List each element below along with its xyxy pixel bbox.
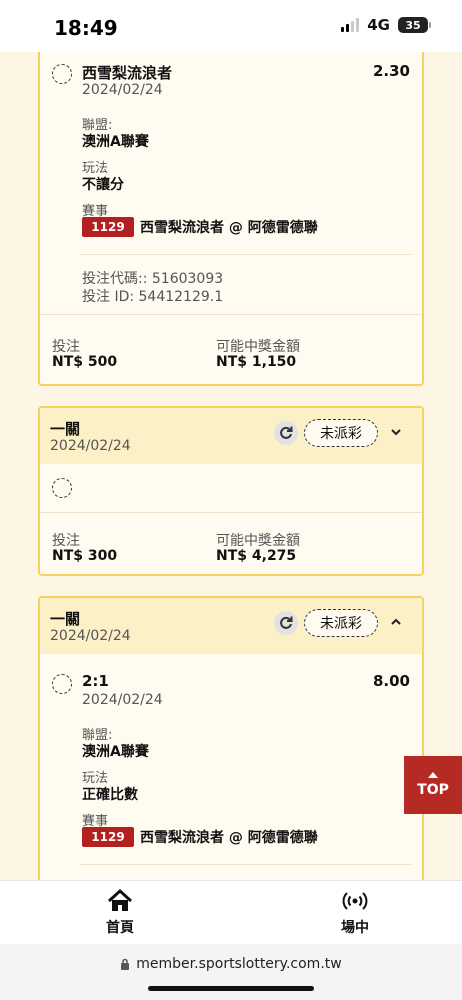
bet-card-header[interactable]: 一關 2024/02/24 未派彩 <box>40 598 422 654</box>
refresh-icon[interactable] <box>274 611 298 635</box>
status-badge: 未派彩 <box>304 609 378 637</box>
broadcast-icon <box>342 892 368 910</box>
chevron-up-icon[interactable] <box>390 616 402 628</box>
stake-value: NT$ 500 <box>52 354 118 370</box>
bet-code: 投注代碼:: 51603093 <box>82 271 224 287</box>
bottom-nav: 首頁 場中 <box>0 880 462 944</box>
status-badge: 未派彩 <box>304 419 378 447</box>
status-time: 18:49 <box>54 16 118 40</box>
lock-icon <box>121 958 130 970</box>
home-indicator[interactable] <box>148 986 314 991</box>
refresh-icon[interactable] <box>274 421 298 445</box>
bet-date: 2024/02/24 <box>50 628 131 644</box>
browser-url-bar[interactable]: member.sportslottery.com.tw <box>0 944 462 1000</box>
status-indicators: 4G 35 <box>341 16 431 34</box>
chevron-down-icon[interactable] <box>390 426 402 438</box>
bet-list[interactable]: 西雪梨流浪者 2.30 2024/02/24 聯盟: 澳洲A聯賽 玩法 不讓分 … <box>0 52 462 880</box>
bet-card: 西雪梨流浪者 2.30 2024/02/24 聯盟: 澳洲A聯賽 玩法 不讓分 … <box>38 52 424 386</box>
payout-value: NT$ 4,275 <box>216 548 297 564</box>
event-row: 1129 西雪梨流浪者 @ 阿德雷德聯 <box>82 217 318 237</box>
bet-id: 投注 ID: 54412129.1 <box>82 289 224 305</box>
event-row: 1129 西雪梨流浪者 @ 阿德雷德聯 <box>82 827 318 847</box>
selection-circle-icon <box>52 674 72 694</box>
market-value: 不讓分 <box>82 177 124 193</box>
arrow-up-icon <box>428 772 438 778</box>
nav-item-home[interactable]: 首頁 <box>80 889 160 937</box>
divider <box>40 512 422 513</box>
bet-card-expanded: 一關 2024/02/24 未派彩 2:1 8.00 2024/02/24 聯盟… <box>38 596 424 880</box>
selection-odds: 8.00 <box>372 672 410 690</box>
stake-label: 投注 <box>52 339 80 355</box>
selection-name: 西雪梨流浪者 <box>82 64 173 82</box>
market-value: 正確比數 <box>82 787 138 803</box>
divider <box>80 864 412 865</box>
status-bar: 18:49 4G 35 <box>0 0 462 52</box>
bet-card-header[interactable]: 一關 2024/02/24 未派彩 <box>40 408 422 464</box>
battery-icon: 35 <box>398 17 431 33</box>
payout-label: 可能中獎金額 <box>216 339 300 355</box>
event-code-badge: 1129 <box>82 217 134 237</box>
bet-date: 2024/02/24 <box>50 438 131 454</box>
stake-value: NT$ 300 <box>52 548 118 564</box>
network-label: 4G <box>367 16 390 34</box>
selection-circle-icon <box>52 478 72 498</box>
battery-level: 35 <box>405 18 421 32</box>
league-value: 澳洲A聯賽 <box>82 744 149 760</box>
payout-label: 可能中獎金額 <box>216 533 300 549</box>
home-icon <box>107 889 133 911</box>
event-name: 西雪梨流浪者 @ 阿德雷德聯 <box>140 220 318 236</box>
selection-circle-icon <box>52 64 72 84</box>
payout-value: NT$ 1,150 <box>216 354 297 370</box>
selection-date: 2024/02/24 <box>82 82 163 98</box>
url-text: member.sportslottery.com.tw <box>136 956 342 972</box>
nav-label-live: 場中 <box>341 920 369 936</box>
divider <box>40 314 422 315</box>
scroll-top-button[interactable]: TOP <box>404 756 462 814</box>
signal-icon <box>341 18 360 32</box>
scroll-top-label: TOP <box>417 782 449 798</box>
bet-type-title: 一關 <box>50 420 81 438</box>
selection-name: 2:1 <box>82 672 109 690</box>
bet-type-title: 一關 <box>50 610 81 628</box>
selection-odds: 2.30 <box>372 62 410 80</box>
nav-item-live[interactable]: 場中 <box>315 889 395 937</box>
url-row: member.sportslottery.com.tw <box>0 956 462 972</box>
stake-label: 投注 <box>52 533 80 549</box>
event-name: 西雪梨流浪者 @ 阿德雷德聯 <box>140 830 318 846</box>
event-code-badge: 1129 <box>82 827 134 847</box>
selection-date: 2024/02/24 <box>82 692 163 708</box>
bet-card-collapsed: 一關 2024/02/24 未派彩 投注 NT$ 300 可能中獎金額 NT$ … <box>38 406 424 576</box>
league-value: 澳洲A聯賽 <box>82 134 149 150</box>
nav-label-home: 首頁 <box>106 920 134 936</box>
divider <box>80 254 412 255</box>
